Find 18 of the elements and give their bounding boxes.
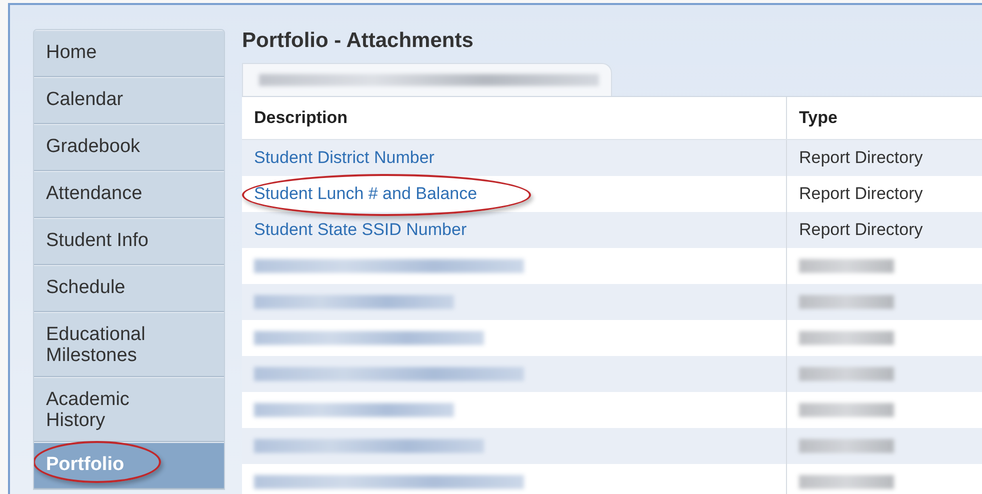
table-cell: Report Directory [799,184,923,204]
page-title: Portfolio - Attachments [242,29,474,53]
column-header: Description [254,108,348,128]
attachment-link[interactable]: Student District Number [254,148,434,168]
nav-item[interactable]: Attendance [34,171,224,218]
nav-item[interactable]: Home [34,30,224,77]
table-cell: Report Directory [799,148,923,168]
nav-item[interactable]: Schedule [34,265,224,312]
column-header: Type [799,108,838,128]
attachment-link[interactable]: Student State SSID Number [254,220,467,240]
attachment-link[interactable]: Student Lunch # and Balance [254,184,478,204]
nav-item[interactable]: Student Info [34,218,224,265]
table-cell: Report Directory [799,220,923,240]
nav-item[interactable]: Academic History [34,377,224,442]
nav-item[interactable]: Gradebook [34,124,224,171]
nav-item[interactable]: Educational Milestones [34,312,224,377]
nav-item[interactable]: Calendar [34,77,224,124]
tab[interactable] [242,63,612,96]
